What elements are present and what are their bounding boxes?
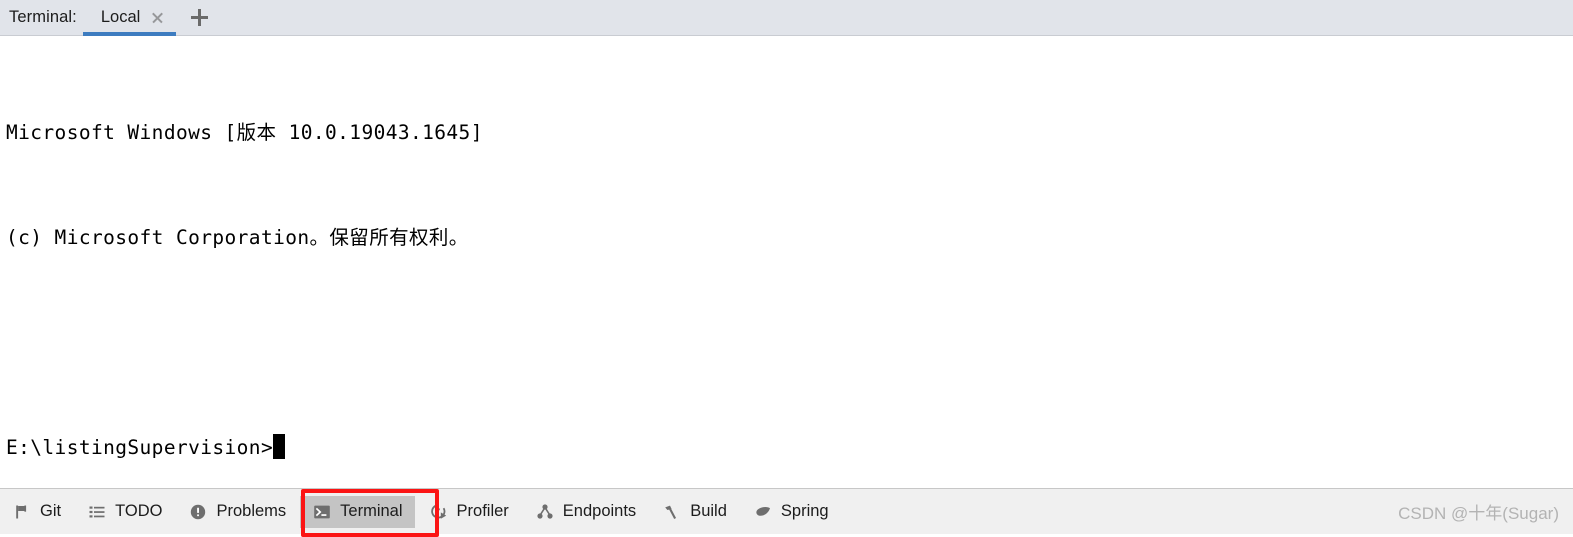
status-bar: Git TODO Problems Terminal Profiler Endp…: [0, 488, 1573, 534]
todo-list-icon: [87, 502, 107, 522]
git-branch-icon: [12, 502, 32, 522]
terminal-line: (c) Microsoft Corporation。保留所有权利。: [6, 226, 469, 249]
status-item-label: TODO: [115, 502, 163, 520]
tool-window-label: Terminal:: [9, 8, 77, 26]
terminal-prompt: E:\listingSupervision>: [6, 436, 274, 459]
add-terminal-tab-button[interactable]: [184, 0, 214, 36]
status-item-profiler[interactable]: Profiler: [417, 496, 521, 528]
spring-leaf-icon: [753, 502, 773, 522]
status-item-label: Spring: [780, 502, 829, 520]
status-item-terminal[interactable]: Terminal: [300, 495, 415, 528]
terminal-line: Microsoft Windows [版本 10.0.19043.1645]: [6, 121, 483, 144]
active-tab-underline: [82, 31, 177, 36]
status-item-label: Profiler: [456, 502, 509, 520]
status-item-label: Endpoints: [562, 502, 637, 520]
status-item-label: Build: [690, 502, 727, 520]
block-cursor-icon: [273, 434, 286, 459]
terminal-output-area[interactable]: Microsoft Windows [版本 10.0.19043.1645] (…: [0, 36, 1573, 488]
watermark: CSDN @十年(Sugar): [1398, 504, 1559, 523]
endpoints-graph-icon: [535, 502, 555, 522]
status-item-todo[interactable]: TODO: [75, 496, 174, 528]
profiler-icon: [429, 502, 449, 522]
status-item-problems[interactable]: Problems: [176, 496, 298, 528]
status-item-spring[interactable]: Spring: [741, 496, 841, 528]
status-item-label: Terminal: [340, 502, 403, 520]
build-hammer-icon: [662, 502, 682, 522]
status-item-git[interactable]: Git: [0, 496, 73, 528]
terminal-lines: Microsoft Windows [版本 10.0.19043.1645] (…: [0, 36, 1573, 488]
terminal-tab-bar: Terminal: Local: [0, 0, 1573, 36]
ide-terminal-window: Terminal: Local Microsoft Windows [版本 10…: [0, 0, 1573, 537]
status-item-endpoints[interactable]: Endpoints: [523, 496, 648, 528]
terminal-prompt-line: E:\listingSupervision>: [6, 430, 1573, 465]
status-item-build[interactable]: Build: [650, 496, 739, 528]
status-item-label: Problems: [216, 502, 287, 520]
status-item-label: Git: [40, 502, 62, 520]
terminal-tab-label: Local: [100, 8, 141, 26]
close-icon[interactable]: [150, 11, 164, 25]
plus-icon: [190, 9, 208, 26]
problems-info-icon: [188, 502, 208, 522]
terminal-icon: [312, 502, 332, 522]
terminal-tab-local[interactable]: Local: [82, 0, 177, 36]
